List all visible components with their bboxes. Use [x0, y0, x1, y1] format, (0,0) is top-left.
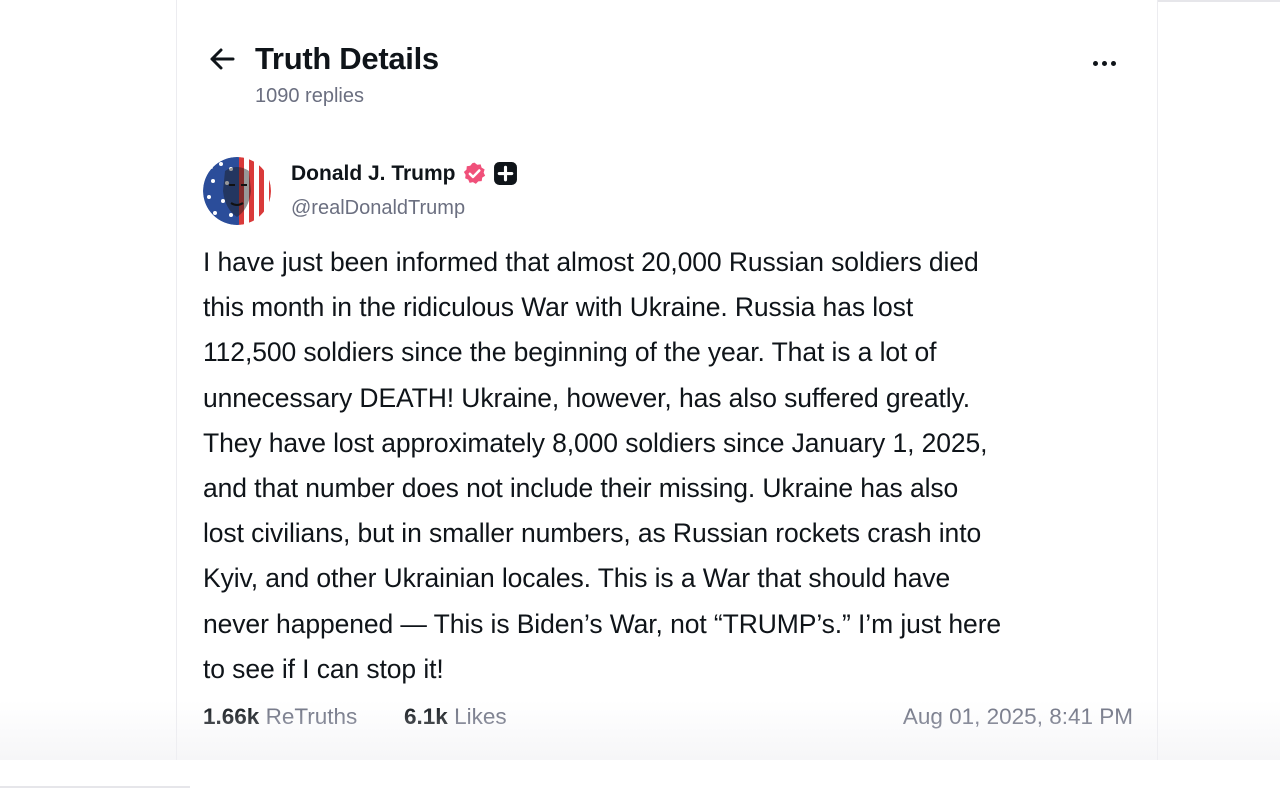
post-text-line: They have lost approximately 8,000 soldi… [203, 427, 988, 458]
plus-badge-icon [493, 161, 518, 186]
retruths-stat[interactable]: 1.66k ReTruths [203, 704, 357, 730]
more-horizontal-icon [1092, 60, 1098, 66]
author-name[interactable]: Donald J. Trump [291, 162, 456, 186]
back-button[interactable] [205, 42, 239, 76]
author-block: Donald J. Trump @realDonaldTrump [203, 155, 803, 225]
post-text-line: I have just been informed that almost 20… [203, 247, 979, 277]
arrow-left-icon [210, 48, 235, 70]
likes-stat[interactable]: 6.1k Likes [404, 704, 507, 730]
post-text-line: never happened — This is Biden’s War, no… [203, 608, 1002, 639]
likes-label: Likes [454, 704, 507, 729]
page-title: Truth Details [255, 41, 439, 76]
bottom-strip [0, 760, 1280, 788]
replies-count: 1090 replies [255, 85, 364, 107]
retruths-label: ReTruths [265, 704, 358, 729]
header: Truth Details 1090 replies [205, 38, 1135, 118]
more-options-button[interactable] [1087, 46, 1121, 80]
likes-count: 6.1k [404, 704, 448, 729]
post-stats: 1.66k ReTruths 6.1k Likes Aug 01, 2025, … [203, 704, 1133, 740]
post-text-line: to see if I can stop it! [203, 653, 444, 684]
truth-detail-column: Truth Details 1090 replies Donald J. Tru… [176, 0, 1158, 760]
post-timestamp: Aug 01, 2025, 8:41 PM [902, 704, 1133, 729]
avatar[interactable] [203, 157, 271, 225]
author-handle[interactable]: @realDonaldTrump [291, 197, 465, 220]
retruths-count: 1.66k [203, 704, 260, 729]
post-text: I have just been informed that almost 20… [203, 240, 1133, 692]
page: Truth Details 1090 replies Donald J. Tru… [0, 0, 1280, 788]
post-text-line: 112,500 soldiers since the beginning of … [203, 337, 937, 368]
post-text-line: unnecessary DEATH! Ukraine, however, has… [203, 382, 970, 413]
author-name-row: Donald J. Trump [291, 161, 518, 186]
post-text-line: Kyiv, and other Ukrainian locales. This … [203, 563, 951, 594]
post-text-line: this month in the ridiculous War with Uk… [203, 292, 914, 323]
post-text-line: and that number does not include their m… [203, 473, 959, 504]
verified-badge-icon [462, 161, 487, 186]
post-text-line: lost civilians, but in smaller numbers, … [203, 518, 982, 549]
